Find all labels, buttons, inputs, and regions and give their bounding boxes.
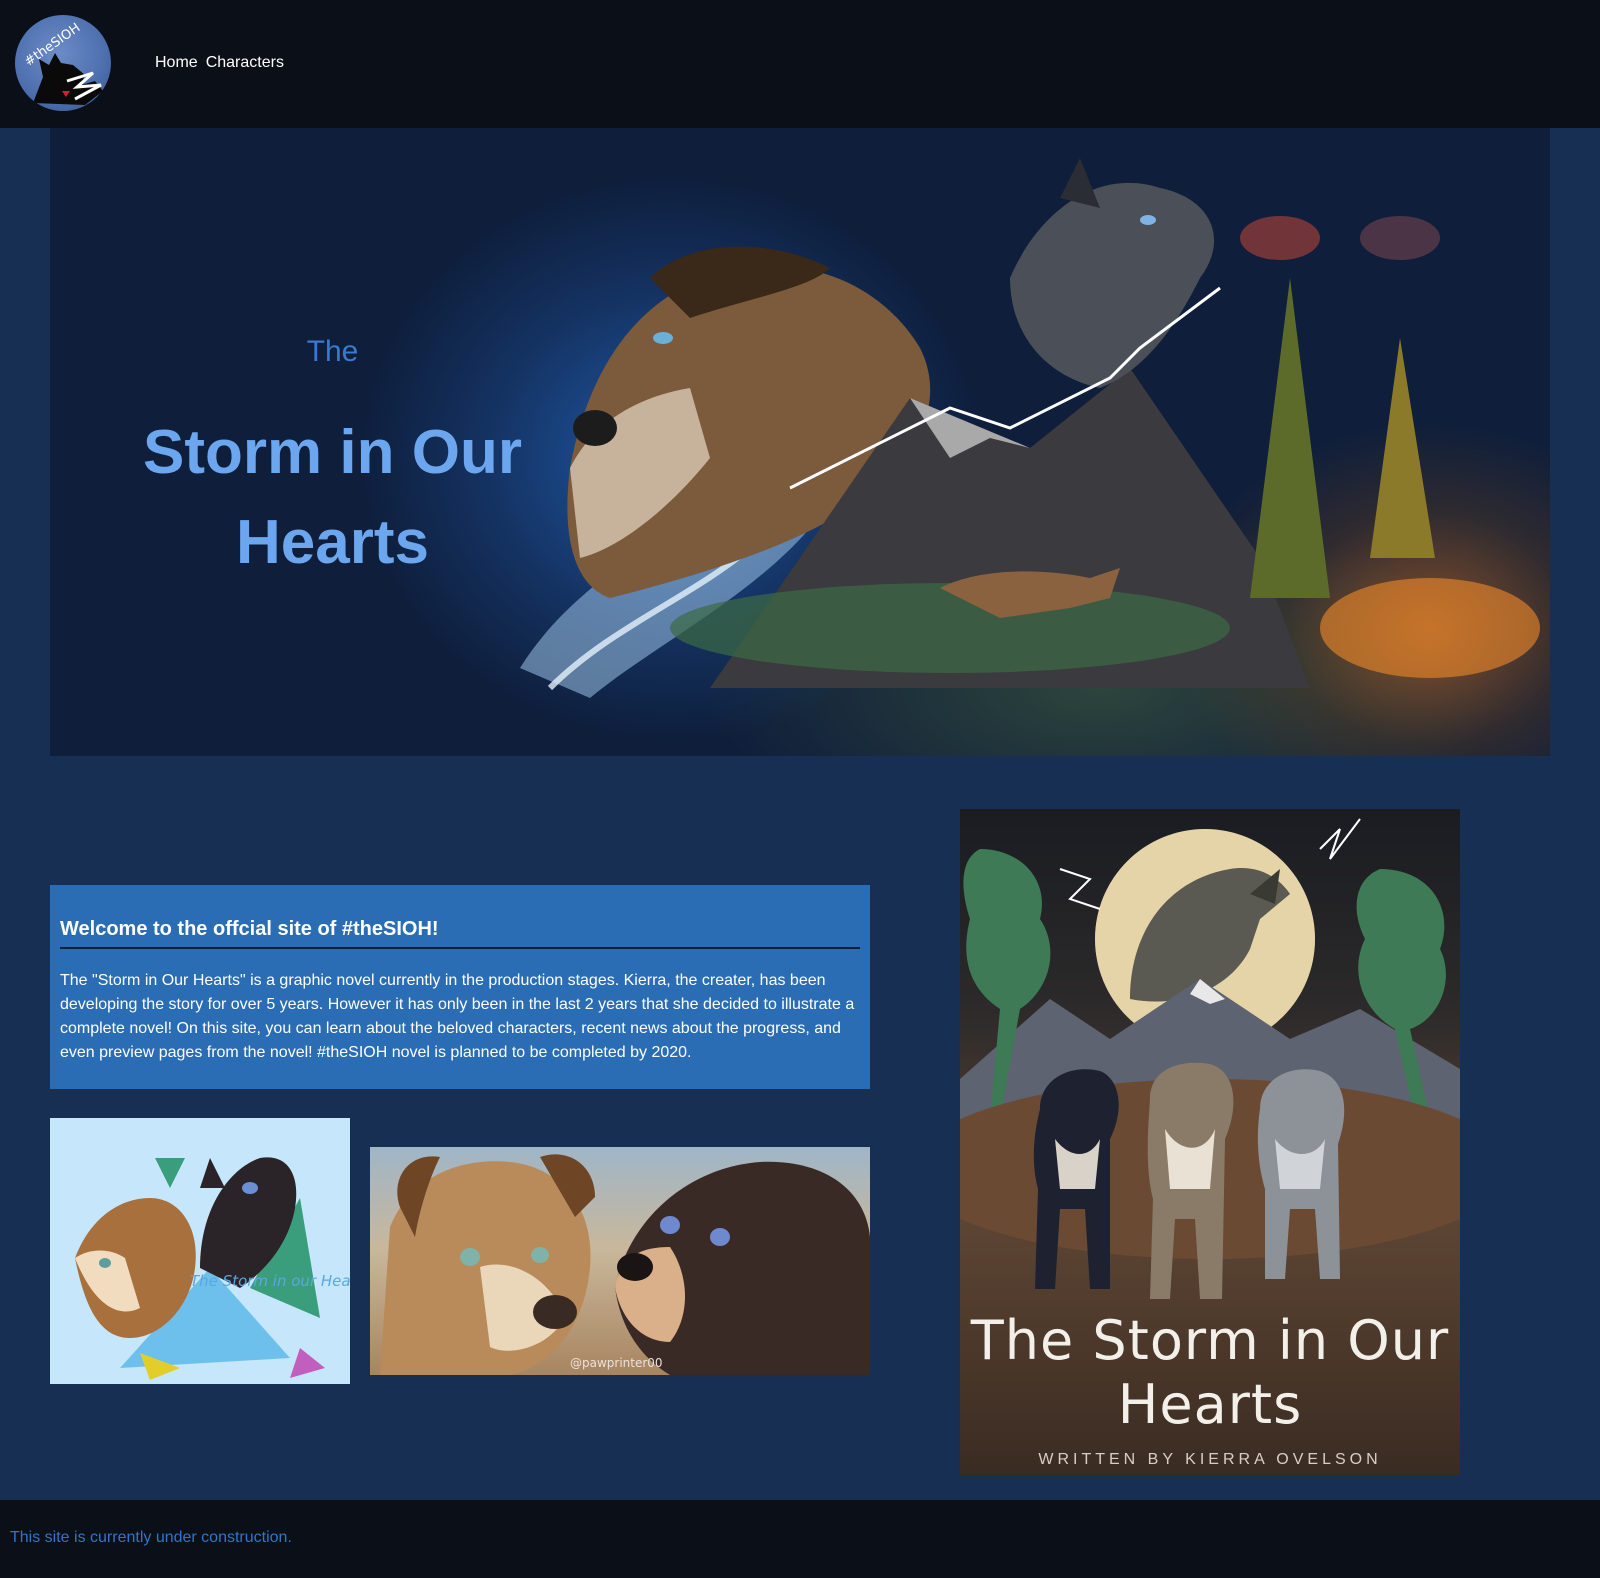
thumb1-caption: The Storm in our Hearts xyxy=(190,1272,350,1290)
poster-title: The Storm in Our Hearts xyxy=(970,1309,1450,1436)
gallery-image-dog-pair[interactable]: @pawprinter00 xyxy=(370,1147,870,1375)
poster-credit: WRITTEN BY KIERRA OVELSON xyxy=(1038,1451,1382,1468)
wolf-logo-icon: #theSIOH xyxy=(22,21,103,105)
footer-notice: This site is currently under constructio… xyxy=(10,1529,292,1546)
thumb2-caption: @pawprinter00 xyxy=(570,1356,663,1370)
nav-home-link[interactable]: Home xyxy=(155,54,198,72)
gallery-image-two-dogs-logo[interactable]: The Storm in our Hearts xyxy=(50,1118,350,1384)
hero-banner: The Storm in Our Hearts xyxy=(50,128,1550,756)
dog-pair-illustration: @pawprinter00 xyxy=(380,1154,870,1375)
site-header: #theSIOH Home Characters xyxy=(0,0,1600,128)
welcome-heading: Welcome to the offcial site of #theSIOH! xyxy=(60,918,860,949)
hero-title: Storm in Our Hearts xyxy=(143,418,522,577)
main-nav: Home Characters xyxy=(155,54,284,72)
welcome-body: The "Storm in Our Hearts" is a graphic n… xyxy=(60,972,855,1061)
site-footer: This site is currently under constructio… xyxy=(0,1500,1600,1578)
hero-kicker: The xyxy=(306,335,359,368)
two-dogs-illustration: The Storm in our Hearts xyxy=(75,1157,350,1380)
site-logo[interactable]: #theSIOH xyxy=(15,15,111,111)
welcome-panel: Welcome to the offcial site of #theSIOH!… xyxy=(50,885,870,1089)
book-cover-poster[interactable]: The Storm in Our Hearts WRITTEN BY KIERR… xyxy=(960,809,1460,1475)
nav-characters-link[interactable]: Characters xyxy=(206,54,284,72)
